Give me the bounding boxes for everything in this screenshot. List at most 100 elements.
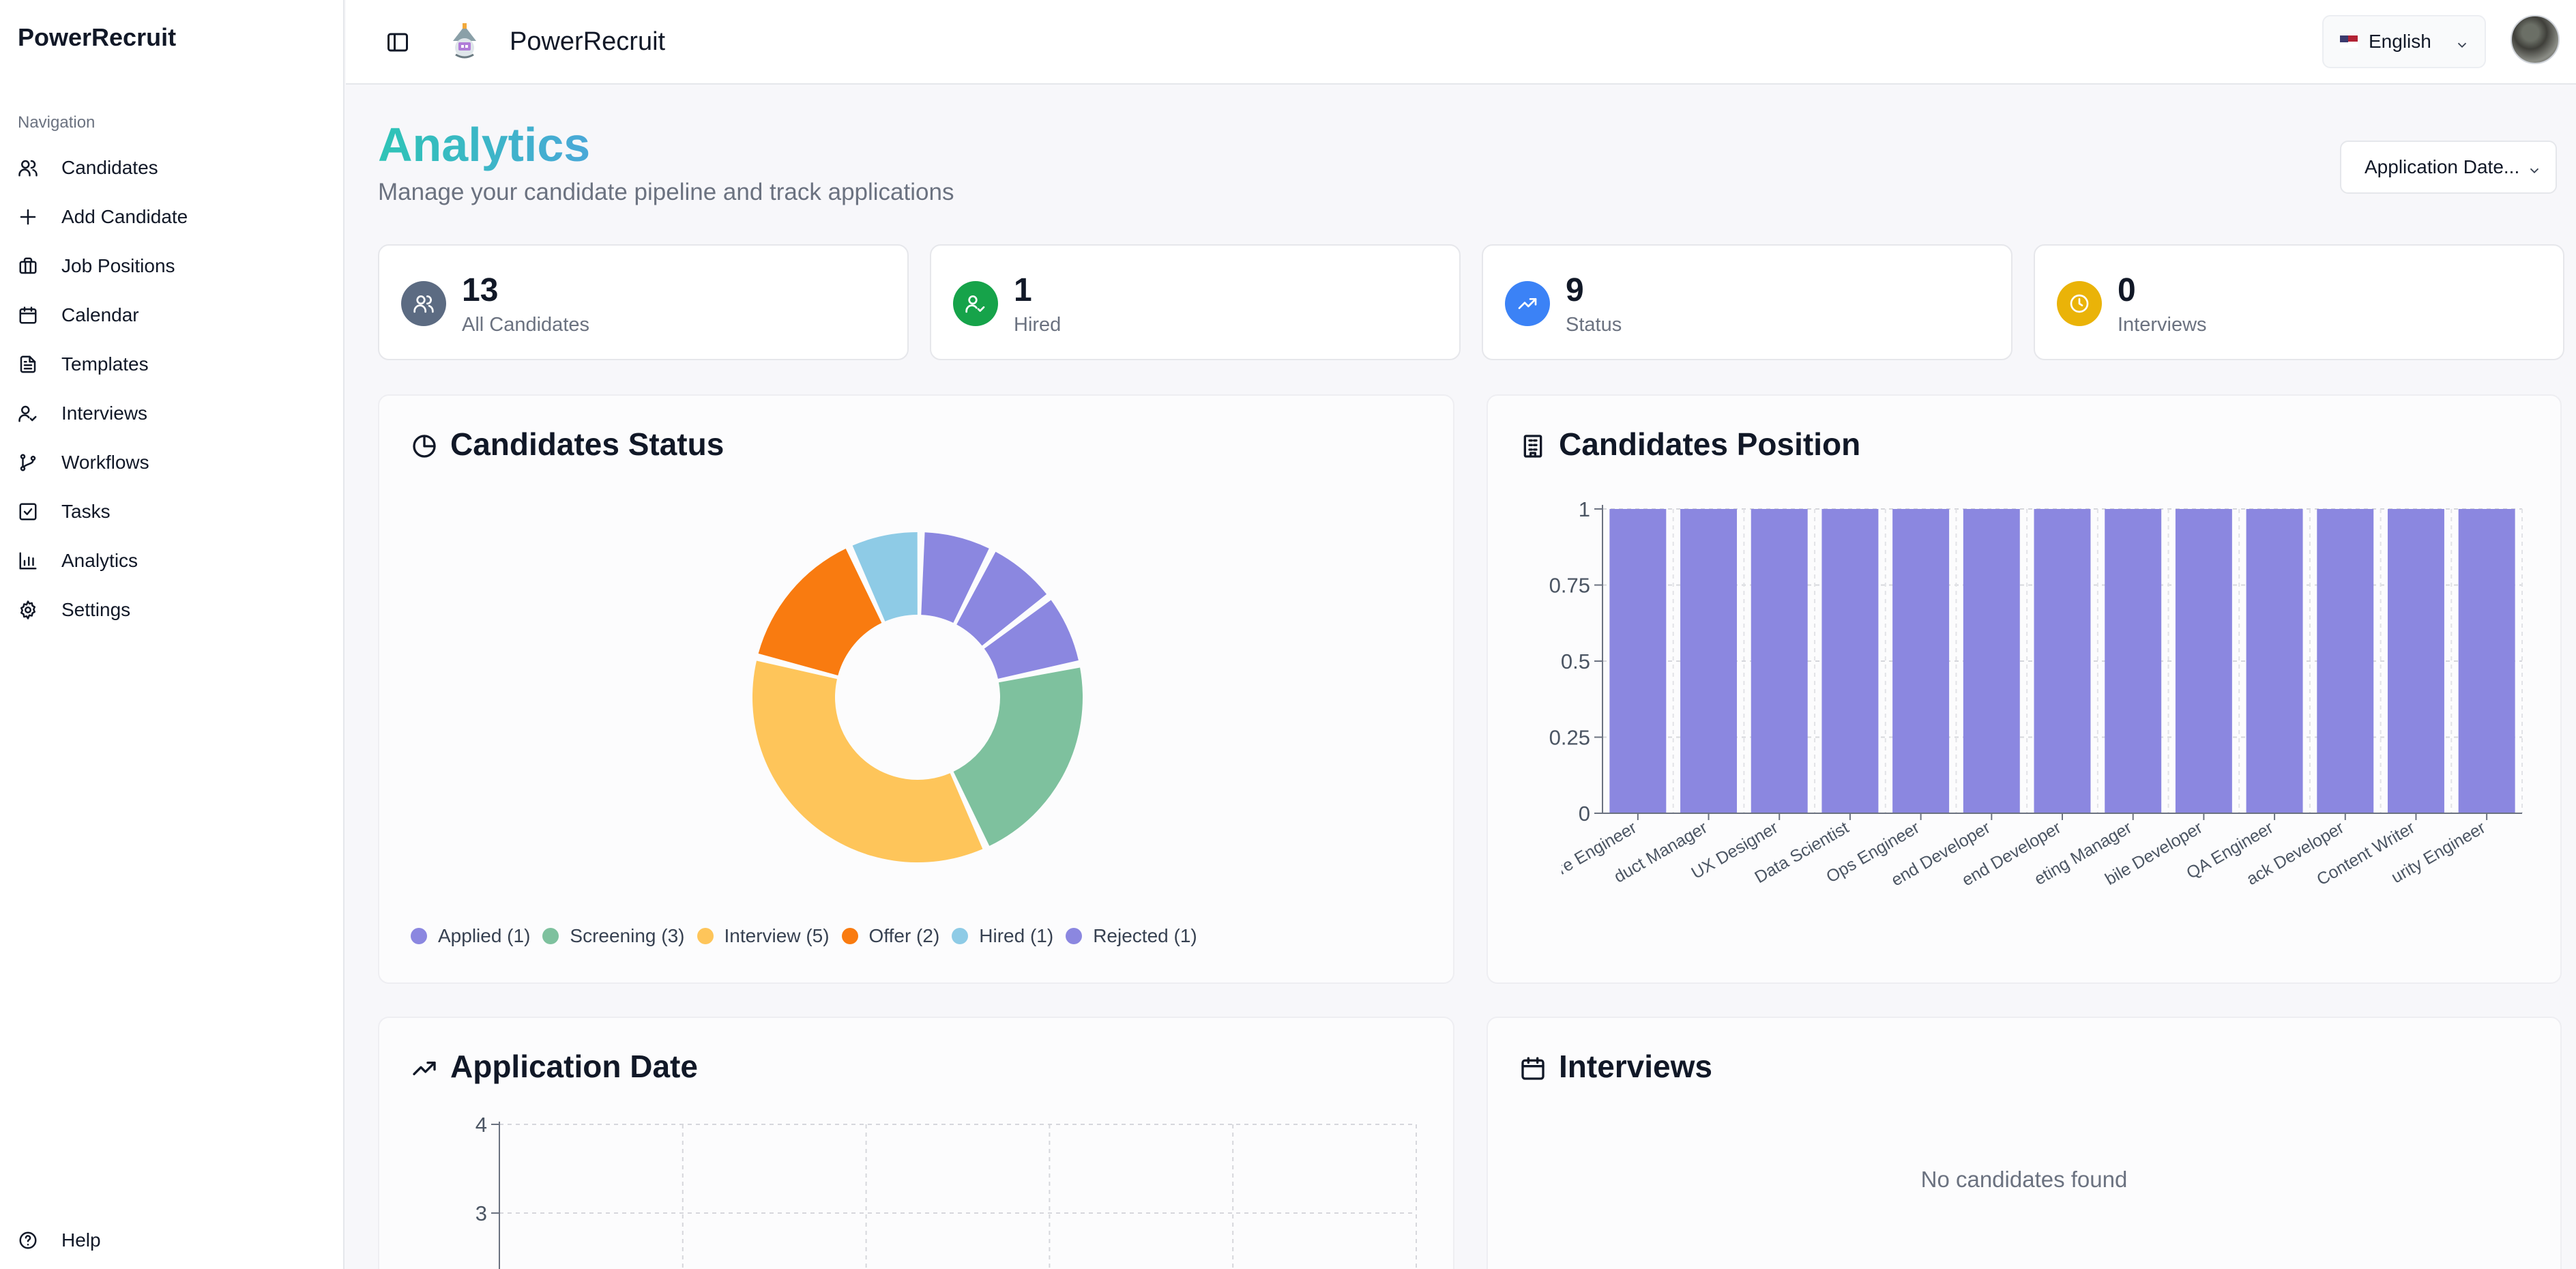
sidebar-item-add-candidate[interactable]: Add Candidate: [0, 192, 345, 242]
page-title: Analytics: [378, 118, 591, 171]
chart-filter-select[interactable]: Application Date...: [2340, 141, 2557, 194]
calendar-icon: [1519, 1053, 1547, 1080]
stat-value: 13: [462, 272, 499, 308]
sidebar-item-help[interactable]: Help: [0, 1216, 101, 1265]
us-flag-icon: [2340, 35, 2358, 48]
sidebar-item-settings[interactable]: Settings: [0, 585, 345, 634]
bar[interactable]: [2246, 509, 2303, 813]
sidebar-item-workflows[interactable]: Workflows: [0, 438, 345, 487]
legend-dot: [1066, 928, 1083, 944]
app-logo: [443, 20, 486, 63]
nav-section-title: Navigation: [18, 113, 96, 132]
stat-label: Interviews: [2118, 314, 2207, 336]
sidebar-item-tasks[interactable]: Tasks: [0, 487, 345, 536]
sidebar-item-label: Workflows: [61, 452, 149, 473]
legend-label: Screening (3): [570, 925, 685, 946]
bar[interactable]: [1751, 509, 1808, 813]
sidebar-item-calendar[interactable]: Calendar: [0, 291, 345, 340]
bar[interactable]: [1963, 509, 2020, 813]
top-header: PowerRecruit English: [346, 0, 2576, 85]
gear-icon: [18, 600, 38, 620]
sidebar-item-analytics[interactable]: Analytics: [0, 536, 345, 585]
y-tick-label: 0: [1579, 802, 1590, 826]
bar[interactable]: [2458, 509, 2515, 813]
bar[interactable]: [2175, 509, 2232, 813]
user-avatar[interactable]: [2511, 15, 2560, 64]
status-legend: Applied (1) Screening (3) Interview (5) Off…: [411, 925, 1210, 947]
legend-item[interactable]: Hired (1): [952, 925, 1053, 947]
stat-card-all-candidates: 13 All Candidates: [378, 244, 909, 360]
bar[interactable]: [2034, 509, 2091, 813]
sidebar-item-job-positions[interactable]: Job Positions: [0, 242, 345, 291]
legend-dot: [841, 928, 858, 944]
sidebar-toggle-button[interactable]: [385, 30, 410, 55]
clock-icon: [2057, 281, 2102, 326]
interviews-card: Interviews No candidates found: [1487, 1017, 2562, 1269]
y-tick-label: 3: [475, 1201, 487, 1225]
sidebar: PowerRecruit Navigation Candidates Add C…: [0, 0, 345, 1269]
page-subtitle: Manage your candidate pipeline and track…: [378, 179, 954, 205]
language-select[interactable]: English: [2322, 15, 2486, 68]
git-branch-icon: [18, 452, 38, 473]
legend-item[interactable]: Interview (5): [697, 925, 830, 947]
bar[interactable]: [1821, 509, 1879, 813]
sidebar-item-label: Analytics: [61, 550, 138, 571]
user-check-icon: [953, 281, 998, 326]
sidebar-item-label: Templates: [61, 353, 149, 375]
donut-slice[interactable]: [953, 667, 1083, 846]
legend-dot: [952, 928, 969, 944]
sidebar-item-templates[interactable]: Templates: [0, 340, 345, 389]
legend-item[interactable]: Applied (1): [411, 925, 530, 947]
language-label: English: [2369, 31, 2431, 52]
bar[interactable]: [1609, 509, 1667, 813]
y-tick-label: 1: [1579, 497, 1590, 521]
chevron-down-icon: [2455, 35, 2470, 50]
trending-up-icon: [1505, 281, 1550, 326]
legend-dot: [411, 928, 427, 944]
donut-slice[interactable]: [752, 660, 983, 862]
bar[interactable]: [2105, 509, 2162, 813]
chevron-down-icon: [2527, 161, 2542, 176]
bar-chart-icon: [18, 551, 38, 571]
legend-item[interactable]: Rejected (1): [1066, 925, 1197, 947]
sidebar-brand: PowerRecruit: [18, 23, 177, 51]
legend-label: Offer (2): [868, 925, 940, 946]
candidates-position-card: Candidates Position 0 0.25 0.5 0.75 1 ware En…: [1487, 394, 2562, 984]
filter-label: Application Date...: [2365, 156, 2520, 177]
stat-label: All Candidates: [462, 314, 589, 336]
legend-dot: [542, 928, 559, 944]
stat-value: 1: [1014, 272, 1032, 308]
legend-label: Hired (1): [979, 925, 1054, 946]
sidebar-item-interviews[interactable]: Interviews: [0, 389, 345, 438]
legend-item[interactable]: Offer (2): [841, 925, 940, 947]
y-tick-label: 0.5: [1561, 650, 1590, 673]
y-tick-label: 0.25: [1549, 726, 1590, 750]
application-date-line-chart: 43: [475, 1113, 1417, 1269]
file-text-icon: [18, 354, 38, 375]
panel-left-icon: [387, 33, 408, 52]
candidates-status-card: Candidates Status Applied (1) Screening (…: [378, 394, 1454, 984]
users-icon: [18, 158, 38, 178]
sidebar-item-candidates[interactable]: Candidates: [0, 143, 345, 192]
sidebar-item-label: Job Positions: [61, 255, 175, 276]
bar[interactable]: [2317, 509, 2374, 813]
stat-label: Hired: [1014, 314, 1062, 336]
y-tick-label: 0.75: [1549, 574, 1590, 598]
y-tick-label: 4: [475, 1113, 487, 1137]
empty-state-text: No candidates found: [1920, 1167, 2128, 1192]
legend-item[interactable]: Screening (3): [542, 925, 685, 947]
sidebar-item-label: Tasks: [61, 501, 111, 522]
legend-label: Rejected (1): [1093, 925, 1197, 946]
bar[interactable]: [2387, 509, 2444, 813]
plus-icon: [18, 207, 38, 227]
header-title: PowerRecruit: [510, 27, 666, 56]
bar[interactable]: [1892, 509, 1950, 813]
sidebar-nav: Candidates Add Candidate Job Positions C…: [0, 143, 345, 634]
bar[interactable]: [1680, 509, 1738, 813]
stat-label: Status: [1566, 314, 1622, 336]
stat-card-status: 9 Status: [1482, 244, 2012, 360]
sidebar-item-label: Add Candidate: [61, 206, 188, 227]
status-donut-chart: [752, 532, 1083, 862]
sidebar-item-label: Calendar: [61, 304, 139, 325]
stat-value: 0: [2118, 272, 2136, 308]
